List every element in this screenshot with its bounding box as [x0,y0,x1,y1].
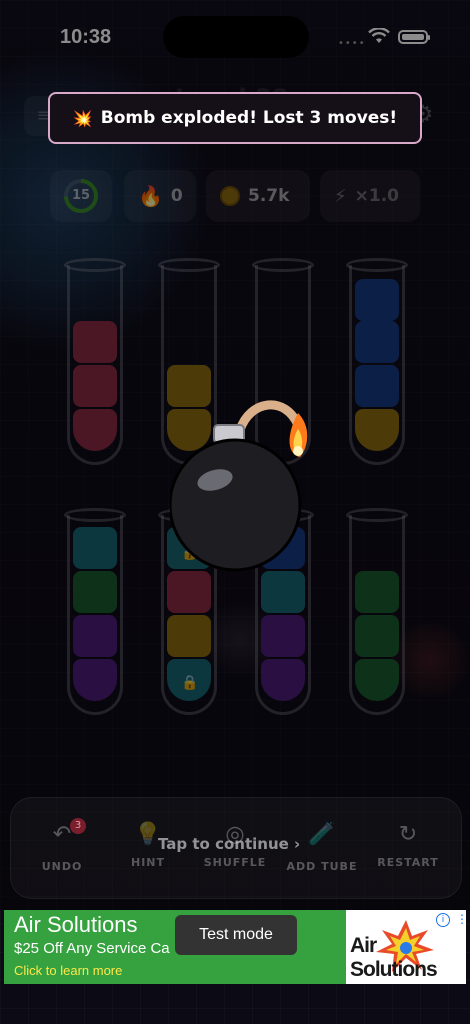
tap-to-continue[interactable]: Tap to continue › [158,835,300,853]
bomb-icon [170,400,308,572]
shuffle-label: SHUFFLE [203,856,267,869]
restart-button[interactable]: ↻ RESTART [368,822,448,869]
ad-cta-link[interactable]: Click to learn more [14,963,122,978]
ad-info-icon[interactable]: i [436,913,450,927]
ad-logo-text: Air Solutions [350,934,438,981]
ad-title: Air Solutions [14,912,138,937]
ad-more-icon[interactable]: ⋮ [456,912,468,926]
bomb-toast: 💥 Bomb exploded! Lost 3 moves! [48,92,422,144]
undo-icon: ↶ [52,822,72,847]
restart-icon: ↻ [398,822,418,847]
undo-count-badge: 3 [70,818,86,834]
toast-message: Bomb exploded! Lost 3 moves! [100,108,398,128]
explosion-icon: 💥 [72,108,93,128]
hint-label: HINT [130,856,165,869]
ad-offer: $25 Off Any Service Ca [14,940,170,957]
test-mode-label: Test mode [175,915,297,955]
undo-button[interactable]: ↶ UNDO [22,822,102,873]
add-tube-label: ADD TUBE [286,860,358,873]
restart-label: RESTART [377,856,439,869]
undo-label: UNDO [41,860,83,873]
